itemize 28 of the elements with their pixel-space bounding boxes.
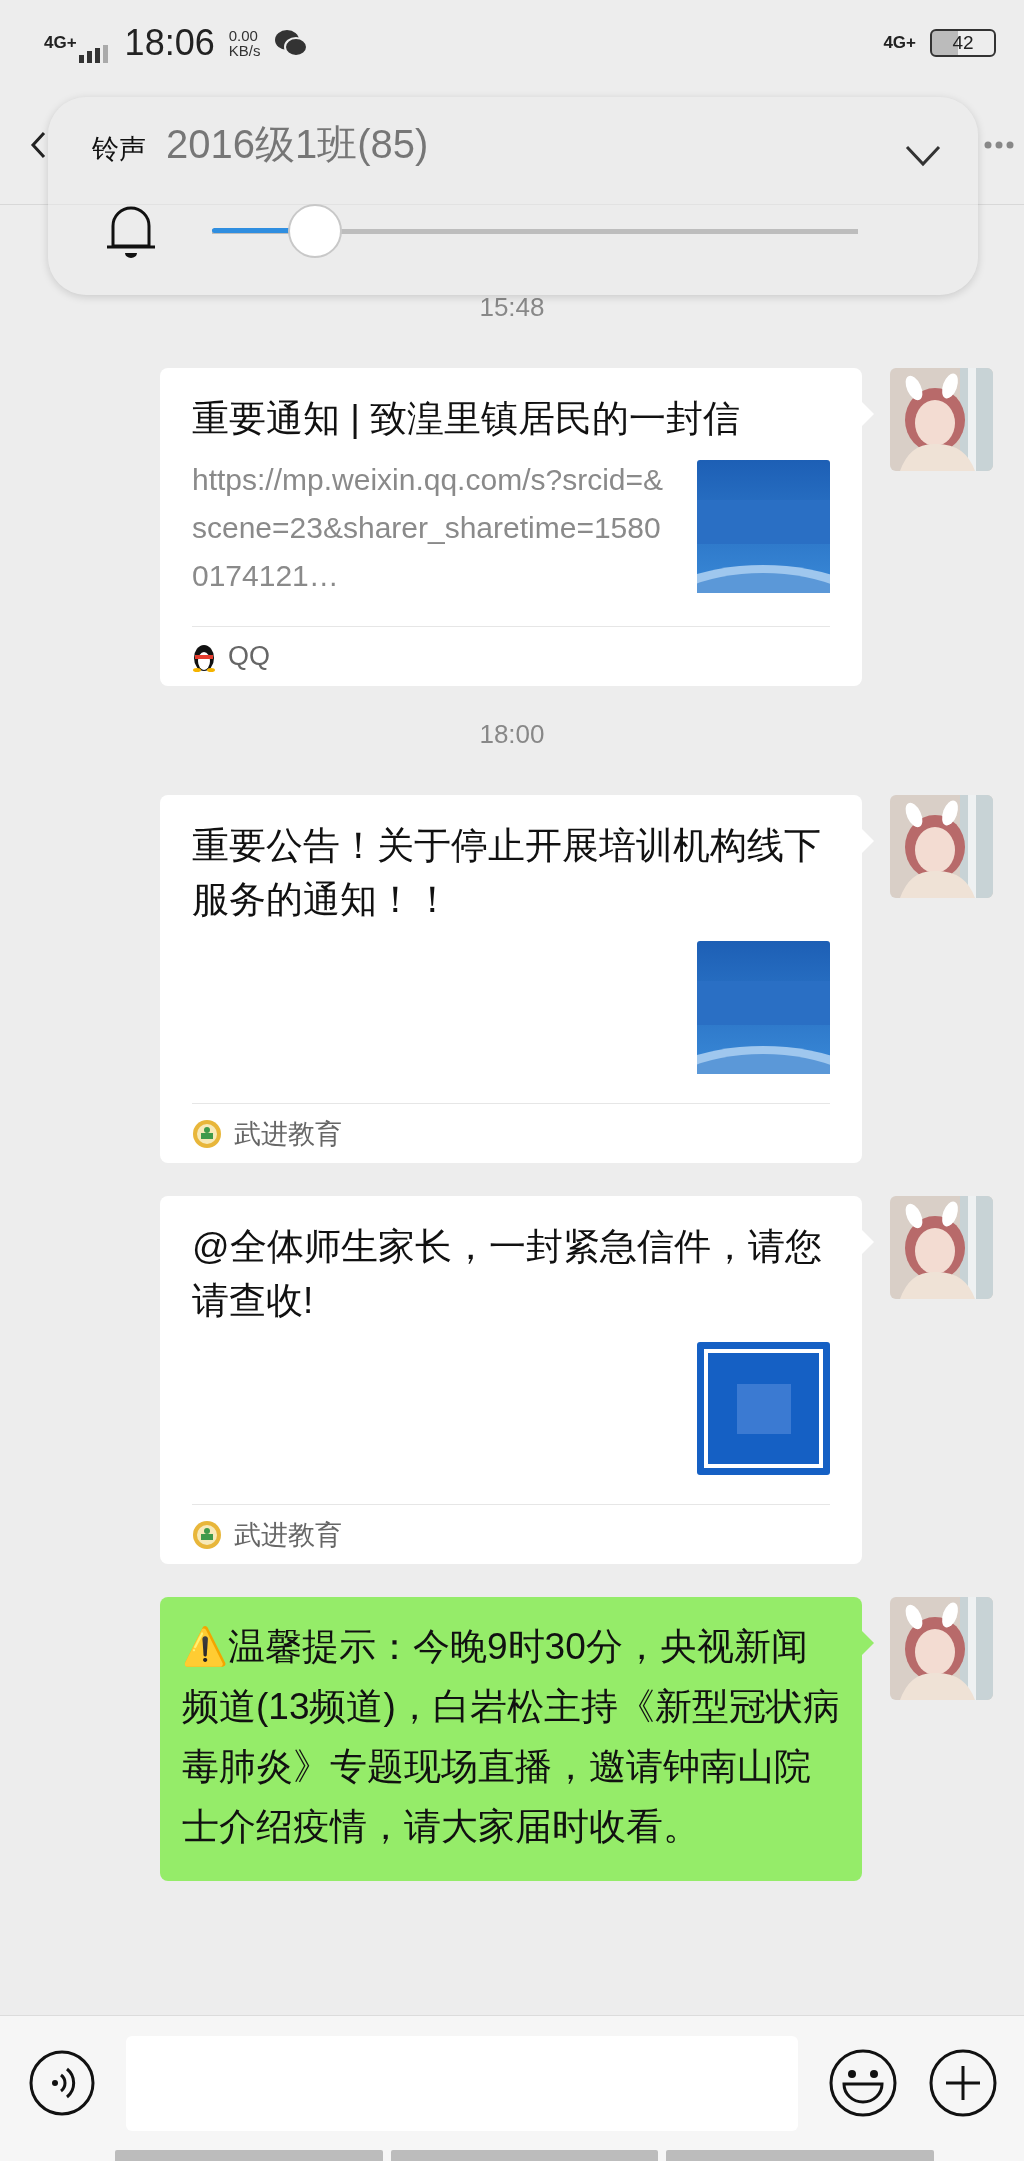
chat-app-icon [274, 27, 309, 58]
network-label: 4G+ [44, 34, 77, 51]
slider-thumb[interactable] [288, 204, 343, 258]
battery-icon: 42 [930, 28, 996, 57]
back-icon[interactable] [30, 130, 46, 159]
source-name: 武进教育 [234, 1518, 342, 1552]
source-name: 武进教育 [234, 1117, 342, 1151]
timestamp: 15:48 [479, 292, 545, 323]
card-title: 重要公告！关于停止开展培训机构线下服务的通知！！ [192, 824, 822, 922]
timestamp: 18:00 [479, 719, 545, 750]
voice-button[interactable] [28, 2049, 96, 2117]
chevron-down-icon[interactable] [905, 145, 941, 167]
source-name: QQ [228, 641, 270, 672]
add-button[interactable] [928, 2048, 998, 2118]
signal-icon [78, 44, 109, 63]
card-title: 重要通知 | 致湟里镇居民的一封信 [192, 397, 742, 441]
network-label: 4G+ [883, 34, 916, 51]
link-description: https://mp.weixin.qq.com/s?srcid=&scene=23&sharer_sharetime=15800174121… [192, 462, 665, 594]
clock: 18:06 [124, 21, 215, 64]
message-text: ⚠温馨提示：今晚9时30分，央视新闻频道(13频道)，白岩松主持《新型冠状病毒肺炎》专题现场直播，邀请钟南山院士介绍疫情，请大家届时收看。 [182, 1625, 840, 1849]
more-icon[interactable] [984, 140, 1014, 149]
emblem-icon [192, 1118, 222, 1149]
card-title: @全体师生家长，一封紧急信件，请您请查收! [192, 1225, 823, 1323]
emoji-button[interactable] [828, 2048, 898, 2118]
speed-unit: KB/s [228, 42, 261, 58]
emblem-icon [192, 1519, 222, 1550]
chat-title: 2016级1班(85) [166, 121, 429, 168]
speed-value: 0.00 [228, 27, 259, 43]
